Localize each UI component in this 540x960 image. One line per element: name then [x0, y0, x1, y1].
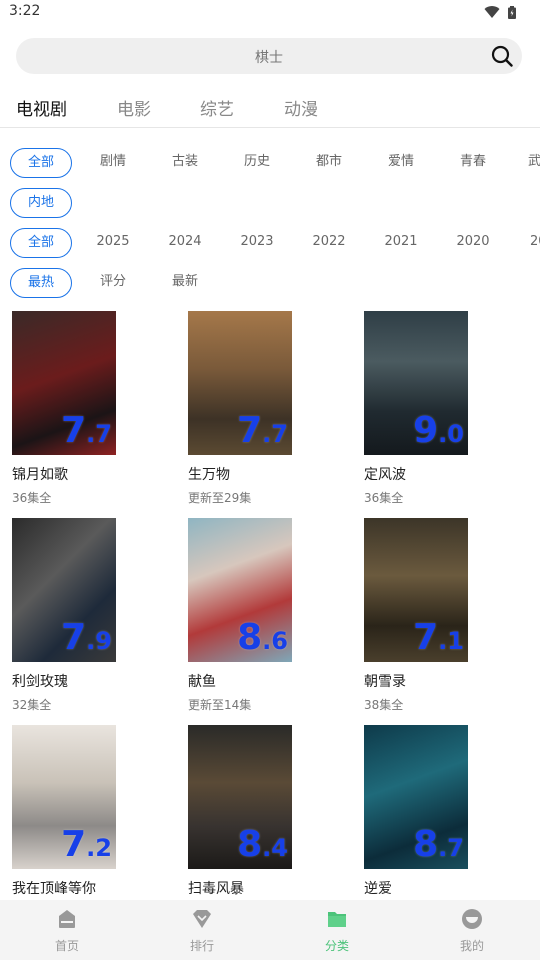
- genre-chip[interactable]: 剧情: [82, 148, 144, 178]
- rating-badge: 8.4: [237, 824, 288, 865]
- poster-card[interactable]: 7.1 朝雪录 38集全: [364, 518, 514, 713]
- poster-image[interactable]: 7.9: [12, 518, 116, 662]
- poster-title: 我在顶峰等你: [12, 881, 96, 897]
- year-filter-row: 全部 2025 2024 2023 2022 2021 2020 20: [0, 228, 540, 258]
- poster-episodes: 36集全: [12, 491, 52, 505]
- year-chip[interactable]: 2022: [298, 228, 360, 258]
- tab-tv-series[interactable]: 电视剧: [16, 95, 67, 120]
- poster-card[interactable]: 9.0 定风波 36集全: [364, 311, 514, 506]
- poster-episodes: 36集全: [364, 491, 404, 505]
- status-time: 3:22: [9, 3, 41, 19]
- category-tabs: 电视剧 电影 综艺 动漫: [0, 86, 540, 128]
- poster-image[interactable]: 9.0: [364, 311, 468, 455]
- year-chip[interactable]: 2025: [82, 228, 144, 258]
- nav-label: 首页: [54, 939, 79, 953]
- poster-image[interactable]: 7.1: [364, 518, 468, 662]
- poster-title: 锦月如歌: [12, 467, 68, 483]
- search-icon[interactable]: [491, 45, 513, 67]
- poster-title: 利剑玫瑰: [12, 674, 68, 690]
- bottom-nav: 首页 排行 分类 我的: [0, 900, 540, 960]
- sort-chip-latest[interactable]: 最新: [154, 268, 216, 298]
- year-chip[interactable]: 2024: [154, 228, 216, 258]
- rating-badge: 8.7: [413, 824, 464, 865]
- home-icon: [59, 910, 75, 928]
- status-icons: [484, 5, 516, 19]
- wifi-icon: [484, 6, 500, 19]
- nav-label: 我的: [459, 939, 484, 953]
- poster-title: 扫毒风暴: [188, 881, 244, 897]
- poster-card[interactable]: 7.7 生万物 更新至29集: [188, 311, 338, 506]
- genre-chip[interactable]: 青春: [442, 148, 504, 178]
- sort-chip-rating[interactable]: 评分: [82, 268, 144, 298]
- tab-movies[interactable]: 电影: [117, 95, 151, 120]
- poster-card[interactable]: 7.9 利剑玫瑰 32集全: [12, 518, 162, 713]
- nav-label: 排行: [189, 939, 214, 953]
- genre-chip[interactable]: 都市: [298, 148, 360, 178]
- nav-label: 分类: [324, 939, 349, 953]
- battery-icon: [508, 5, 516, 19]
- search-placeholder: 棋士: [255, 50, 283, 66]
- tab-anime[interactable]: 动漫: [284, 95, 318, 120]
- poster-title: 逆爱: [364, 881, 392, 897]
- category-folder-icon: [328, 912, 346, 927]
- genre-chip[interactable]: 武: [528, 148, 540, 178]
- rating-badge: 7.7: [237, 410, 288, 451]
- poster-episodes: 38集全: [364, 698, 404, 712]
- ranking-icon: [193, 910, 211, 928]
- poster-card[interactable]: 8.6 献鱼 更新至14集: [188, 518, 338, 713]
- year-chip[interactable]: 2021: [370, 228, 432, 258]
- poster-image[interactable]: 8.7: [364, 725, 468, 869]
- rating-badge: 9.0: [413, 410, 464, 451]
- poster-episodes: 更新至14集: [188, 698, 252, 712]
- tab-variety[interactable]: 综艺: [200, 95, 234, 120]
- sort-chip-hottest[interactable]: 最热: [10, 268, 72, 298]
- year-chip[interactable]: 2020: [442, 228, 504, 258]
- poster-card[interactable]: 7.7 锦月如歌 36集全: [12, 311, 162, 506]
- year-chip[interactable]: 2023: [226, 228, 288, 258]
- poster-title: 朝雪录: [364, 674, 406, 690]
- rating-badge: 7.7: [61, 410, 112, 451]
- poster-image[interactable]: 7.2: [12, 725, 116, 869]
- poster-card[interactable]: 8.4 扫毒风暴: [188, 725, 338, 898]
- profile-icon: [462, 909, 482, 929]
- status-bar: 3:22: [0, 0, 540, 26]
- poster-image[interactable]: 7.7: [188, 311, 292, 455]
- poster-title: 献鱼: [188, 674, 216, 690]
- genre-chip-all[interactable]: 全部: [10, 148, 72, 178]
- genre-chip[interactable]: 历史: [226, 148, 288, 178]
- genre-chip[interactable]: 爱情: [370, 148, 432, 178]
- poster-image[interactable]: 8.6: [188, 518, 292, 662]
- poster-title: 生万物: [188, 467, 230, 483]
- poster-episodes: 更新至29集: [188, 491, 252, 505]
- genre-chip[interactable]: 古装: [154, 148, 216, 178]
- nav-ranking[interactable]: 排行: [162, 908, 242, 954]
- nav-home[interactable]: 首页: [27, 908, 107, 954]
- poster-card[interactable]: 8.7 逆爱: [364, 725, 514, 898]
- rating-badge: 7.1: [413, 617, 464, 658]
- rating-badge: 7.9: [61, 617, 112, 658]
- region-filter-row: 内地: [0, 188, 540, 218]
- poster-card[interactable]: 7.2 我在顶峰等你: [12, 725, 162, 898]
- region-chip-mainland[interactable]: 内地: [10, 188, 72, 218]
- poster-episodes: 32集全: [12, 698, 52, 712]
- search-input[interactable]: 棋士: [16, 38, 522, 74]
- genre-filter-row: 全部 剧情 古装 历史 都市 爱情 青春 武: [0, 148, 540, 178]
- year-chip-all[interactable]: 全部: [10, 228, 72, 258]
- rating-badge: 7.2: [61, 824, 112, 865]
- poster-image[interactable]: 7.7: [12, 311, 116, 455]
- sort-filter-row: 最热 评分 最新: [0, 268, 540, 298]
- nav-profile[interactable]: 我的: [432, 908, 512, 954]
- rating-badge: 8.6: [237, 617, 288, 658]
- year-chip[interactable]: 20: [530, 228, 540, 258]
- poster-title: 定风波: [364, 467, 406, 483]
- poster-image[interactable]: 8.4: [188, 725, 292, 869]
- nav-category[interactable]: 分类: [297, 908, 377, 954]
